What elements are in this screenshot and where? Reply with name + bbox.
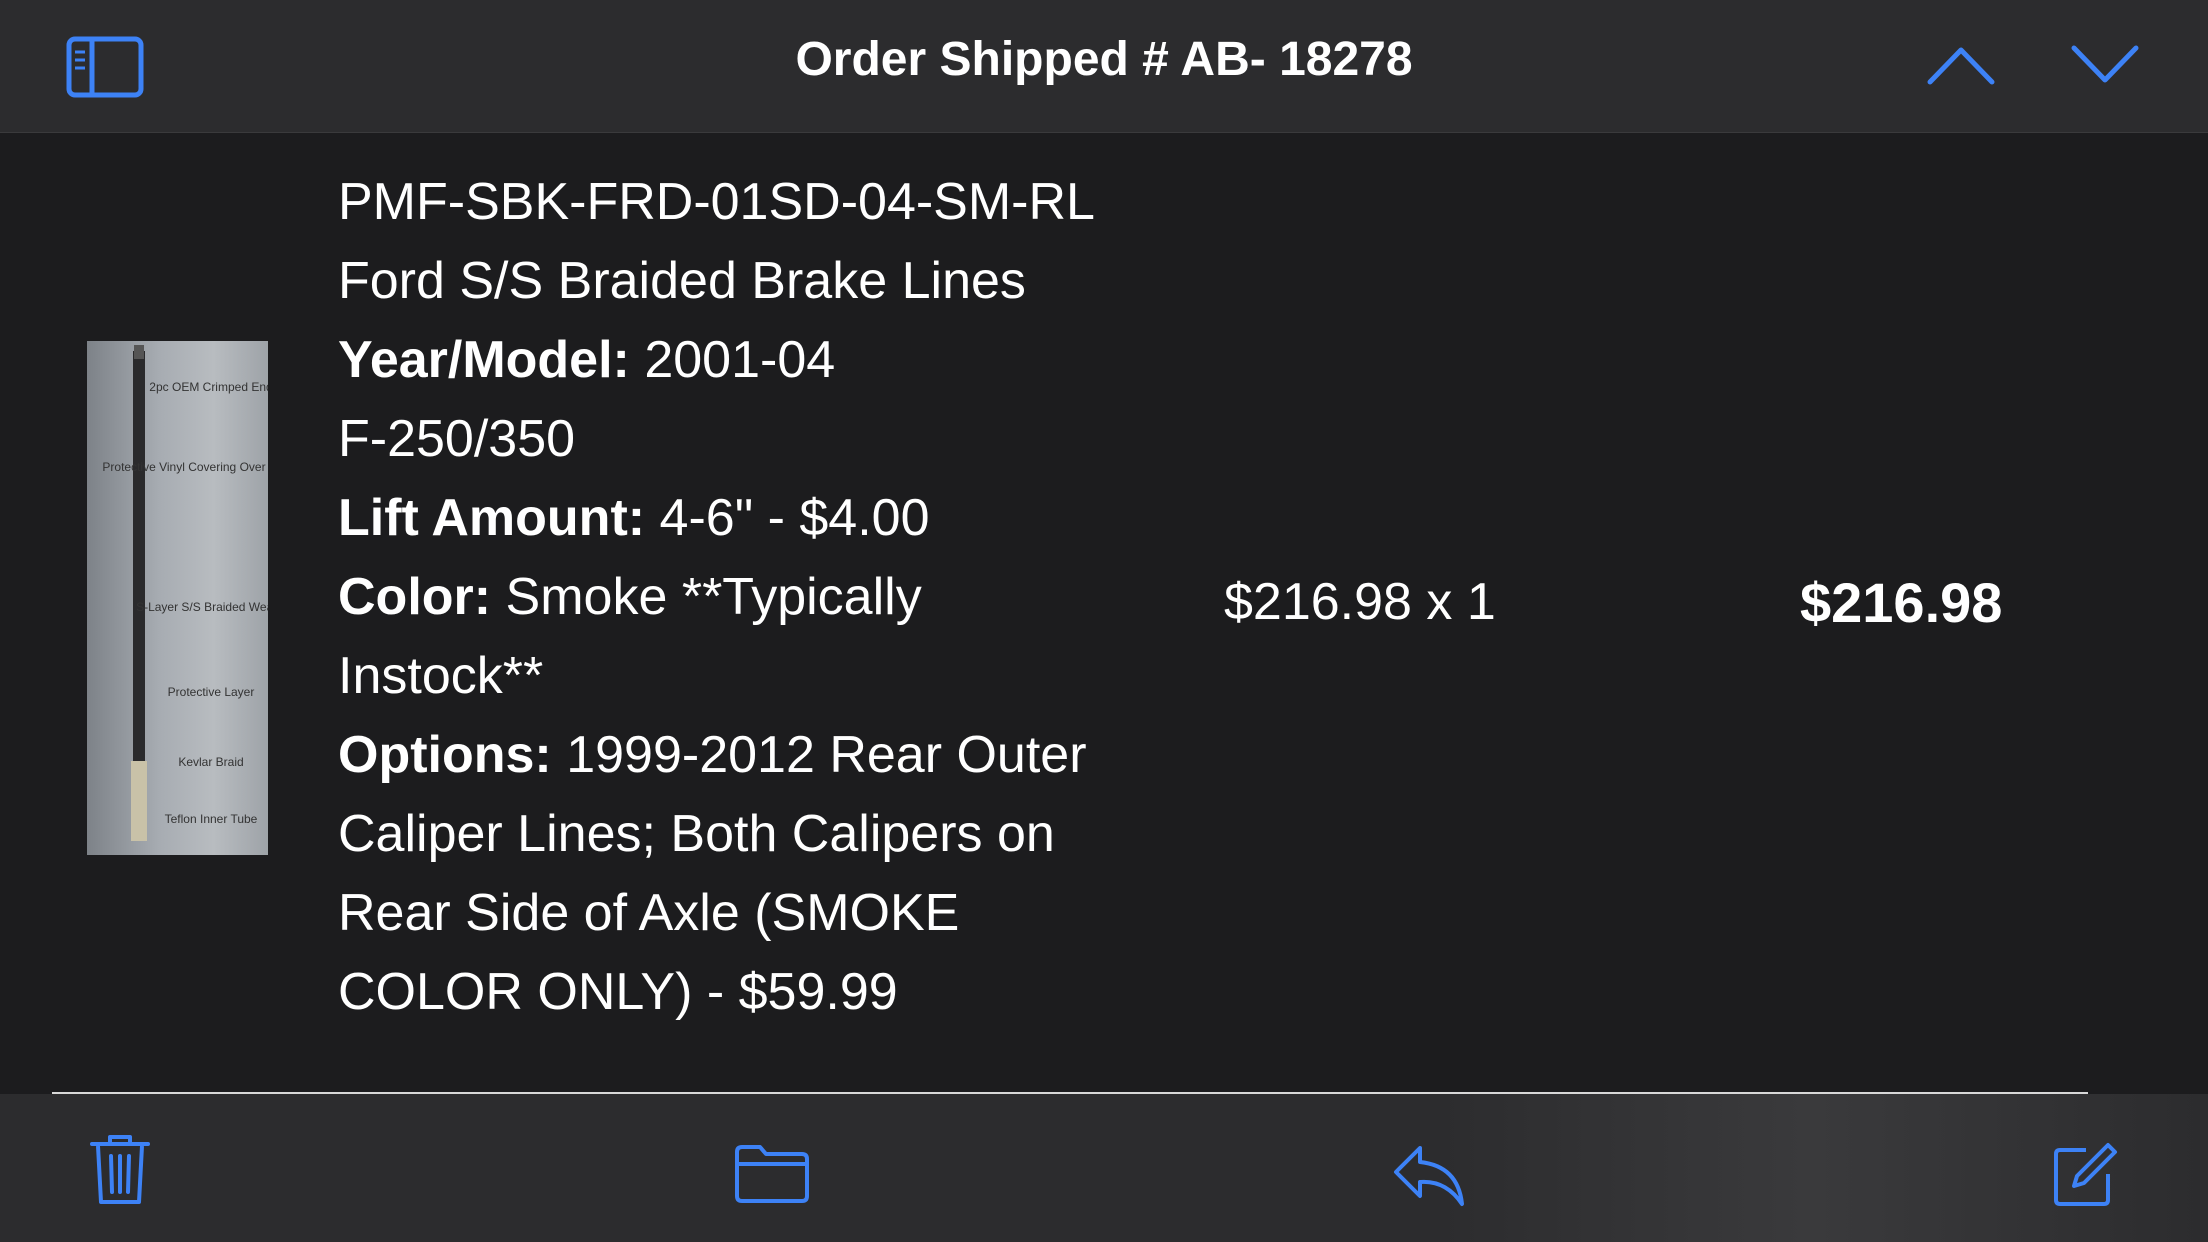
year-model-label: Year/Model:	[338, 331, 630, 389]
options-line-3: Rear Side of Axle (SMOKE	[338, 884, 960, 942]
color-continued: Instock**	[338, 647, 544, 705]
chevron-down-icon[interactable]	[2070, 44, 2140, 86]
bottom-toolbar	[0, 1094, 2208, 1242]
options-label: Options:	[338, 726, 552, 784]
color-value: Smoke **Typically	[505, 568, 922, 626]
options-line-4: COLOR ONLY) - $59.99	[338, 963, 898, 1021]
order-line-item: 2pc OEM Crimped End Protective Vinyl Cov…	[0, 133, 2208, 1093]
year-model-continued: F-250/350	[338, 410, 576, 468]
product-image: 2pc OEM Crimped End Protective Vinyl Cov…	[87, 341, 268, 855]
folder-icon[interactable]	[734, 1144, 810, 1204]
color-row: Color: Smoke **Typically	[338, 558, 1198, 637]
page-title: Order Shipped # AB- 18278	[795, 33, 1413, 86]
top-bar: Order Shipped # AB- 18278	[0, 0, 2208, 133]
image-label: Teflon Inner Tube	[165, 812, 258, 826]
color-label: Color:	[338, 568, 492, 626]
options-row: Options: 1999-2012 Rear Outer	[338, 716, 1198, 795]
compose-icon[interactable]	[2052, 1142, 2118, 1208]
options-value: 1999-2012 Rear Outer	[566, 726, 1087, 784]
image-label: Protective Vinyl Covering Over S/S Braid	[102, 460, 268, 474]
lift-amount-row: Lift Amount: 4-6" - $4.00	[338, 479, 1198, 558]
lift-amount-label: Lift Amount:	[338, 489, 646, 547]
item-description: PMF-SBK-FRD-01SD-04-SM-RL Ford S/S Braid…	[338, 163, 1198, 1032]
year-model-row: Year/Model: 2001-04	[338, 321, 1198, 400]
lift-amount-value: 4-6" - $4.00	[659, 489, 930, 547]
reply-icon[interactable]	[1392, 1144, 1466, 1208]
year-model-value: 2001-04	[644, 331, 836, 389]
item-sku: PMF-SBK-FRD-01SD-04-SM-RL	[338, 173, 1095, 231]
item-name: Ford S/S Braided Brake Lines	[338, 252, 1026, 310]
image-label: S-Layer S/S Braided Weave	[136, 600, 268, 614]
line-total: $216.98	[1800, 571, 2003, 634]
unit-price-quantity: $216.98 x 1	[1224, 573, 1496, 631]
trash-icon[interactable]	[90, 1134, 150, 1206]
options-line-2: Caliper Lines; Both Calipers on	[338, 805, 1055, 863]
image-label: 2pc OEM Crimped End	[149, 380, 268, 394]
chevron-up-icon[interactable]	[1926, 44, 1996, 86]
image-label: Kevlar Braid	[178, 755, 243, 769]
image-label: Protective Layer	[168, 685, 255, 699]
